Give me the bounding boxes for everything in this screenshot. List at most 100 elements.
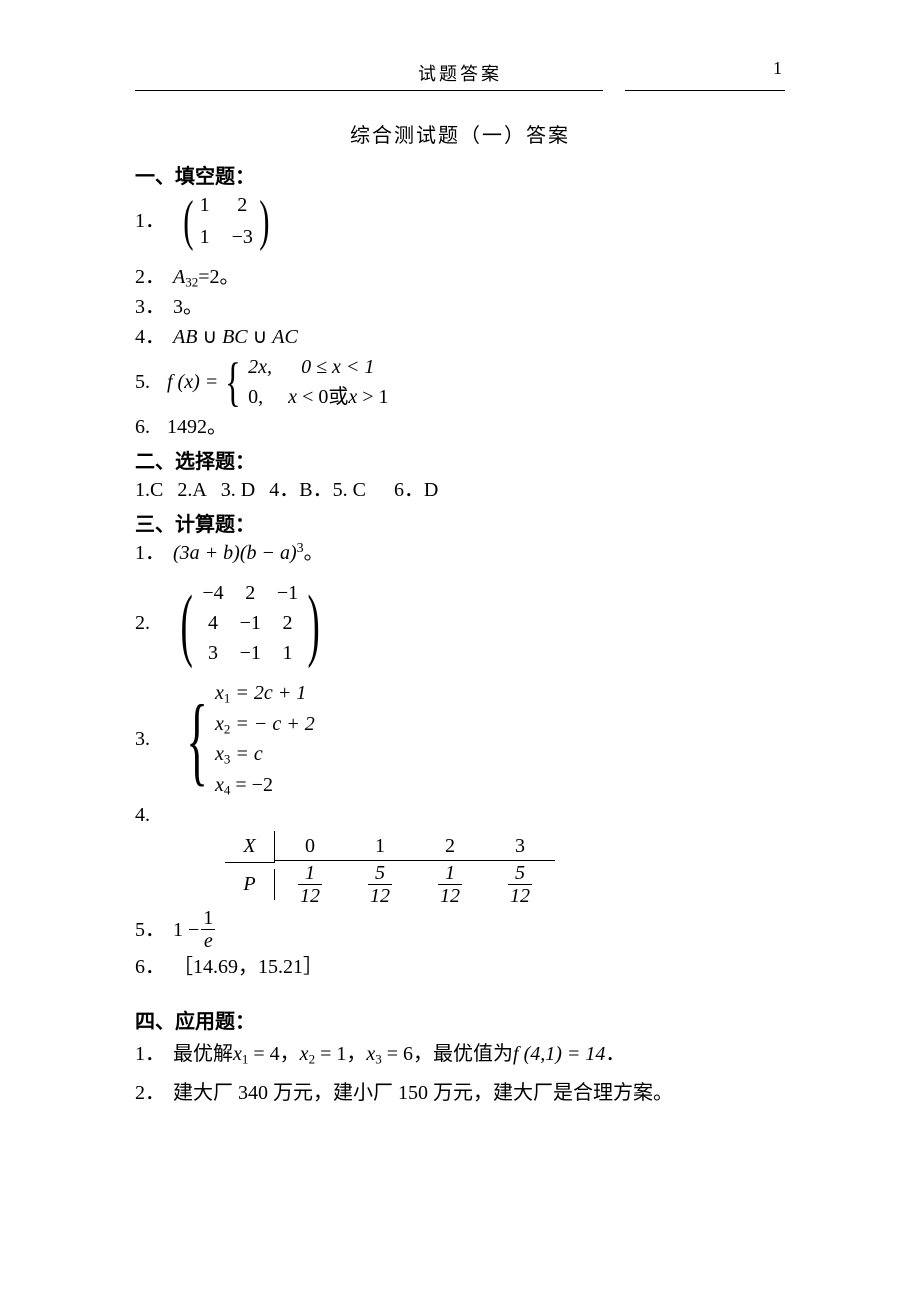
cell: 3 xyxy=(202,639,223,667)
cond: 0 ≤ x < 1 xyxy=(301,356,374,378)
eq-row: x2 = − c + 2 xyxy=(215,710,315,738)
tail: 。 xyxy=(207,413,227,441)
cell: 2 xyxy=(277,609,298,637)
lead: 1 − xyxy=(173,916,199,944)
choice-answers: 1.C 2.A 3. D 4．B． 5. C 6．D xyxy=(135,476,785,504)
mc-item: 4．B． xyxy=(269,476,332,504)
var-assign: x1 = 4 xyxy=(233,1040,280,1068)
denominator: e xyxy=(202,931,215,951)
paren-left-icon: ( xyxy=(181,587,193,661)
var-assign: x2 = 1 xyxy=(300,1040,347,1068)
piece: 2x, xyxy=(248,356,272,378)
matrix-2x2: ( 1 1 2 −3 ) xyxy=(179,191,274,251)
text: 最优值为 xyxy=(433,1040,513,1068)
probability-table: X 0 1 2 3 P 112 512 112 512 xyxy=(225,831,785,906)
q-number: 6． xyxy=(135,953,165,981)
matrix-3x3: ( −4 4 3 2 −1 −1 −1 2 1 ) xyxy=(173,579,327,667)
cond: x < 0或x > 1 xyxy=(288,386,388,408)
fill-q2: 2． A32 = 2 。 xyxy=(135,263,785,291)
mc-item: 5. C xyxy=(333,476,366,504)
matrix-cells: −4 4 3 2 −1 −1 −1 2 1 xyxy=(202,579,298,667)
cell: −4 xyxy=(202,579,223,607)
fill-q3: 3． 3 。 xyxy=(135,293,785,321)
cell: 1 xyxy=(277,639,298,667)
value: 3 xyxy=(173,293,183,321)
expr: (3a + b)(b − a)3 xyxy=(173,539,304,567)
q-number: 3. xyxy=(135,725,159,753)
cell: 1 xyxy=(200,191,210,219)
running-header: 试题答案 xyxy=(135,60,785,86)
fill-q5: 5. f (x) = { 2x, 0 ≤ x < 1 0, x < 0或x > … xyxy=(135,353,785,411)
cell: 4 xyxy=(202,609,223,637)
numerator: 1 xyxy=(201,908,215,928)
value: 1492 xyxy=(167,413,207,441)
comma: ， xyxy=(346,1040,366,1068)
part: ∪ xyxy=(248,326,273,348)
part: AB xyxy=(173,326,197,348)
part: AC xyxy=(272,326,298,348)
p-value: 512 xyxy=(345,863,415,906)
mc-item: 3. D xyxy=(221,476,255,504)
equals: = xyxy=(198,263,209,291)
calc-q5: 5． 1 − 1 e xyxy=(135,908,785,951)
q-number: 2． xyxy=(135,263,165,291)
cell: 1 xyxy=(200,223,210,251)
var-assign: x3 = 6 xyxy=(366,1040,413,1068)
comma: ， xyxy=(413,1040,433,1068)
eq-row: x4 = −2 xyxy=(215,771,315,799)
tail: 。 xyxy=(183,293,203,321)
paren-left-icon: ( xyxy=(183,196,193,246)
fraction: 1 e xyxy=(201,908,215,951)
document-title: 综合测试题（一）答案 xyxy=(135,119,785,148)
header-rule xyxy=(135,90,785,91)
piecewise-rows: 2x, 0 ≤ x < 1 0, x < 0或x > 1 xyxy=(248,353,388,411)
q-number: 1． xyxy=(135,207,165,235)
part: ∪ xyxy=(197,326,222,348)
comma: ， xyxy=(280,1040,300,1068)
p-value: 512 xyxy=(485,863,555,906)
section-calc-heading: 三、计算题： xyxy=(135,508,785,537)
table-head-var: X xyxy=(225,831,275,863)
x-value: 1 xyxy=(345,833,415,861)
cell: −1 xyxy=(240,639,261,667)
brace-left-icon: { xyxy=(225,361,241,404)
q-number: 6. xyxy=(135,413,159,441)
calc-q3: 3. { x1 = 2c + 1 x2 = − c + 2 x3 = c x4 … xyxy=(135,679,785,799)
calc-q1: 1． (3a + b)(b − a)3 。 xyxy=(135,539,785,567)
fill-q6: 6. 1492 。 xyxy=(135,413,785,441)
cell: −1 xyxy=(240,609,261,637)
paren-right-icon: ) xyxy=(259,196,269,246)
piecewise: { 2x, 0 ≤ x < 1 0, x < 0或x > 1 xyxy=(220,353,388,411)
text: 建大厂 340 万元，建小厂 150 万元，建大厂是合理方案。 xyxy=(173,1079,673,1107)
system: { x1 = 2c + 1 x2 = − c + 2 x3 = c x4 = −… xyxy=(173,679,315,799)
var: A xyxy=(173,266,185,288)
q-number: 1． xyxy=(135,539,165,567)
piecewise-row: 0, x < 0或x > 1 xyxy=(248,383,388,411)
tail: ． xyxy=(605,1040,625,1068)
page-number: 1 xyxy=(773,58,782,79)
page: 试题答案 1 综合测试题（一）答案 一、填空题： 1． ( 1 1 2 −3 )… xyxy=(0,0,920,1302)
calc-q2: 2. ( −4 4 3 2 −1 −1 −1 2 1 ) xyxy=(135,579,785,667)
mc-item: 2.A xyxy=(177,476,206,504)
q-number: 1． xyxy=(135,1040,165,1068)
calc-q4: 4. xyxy=(135,801,785,829)
cell: −3 xyxy=(232,223,253,251)
q-number: 3． xyxy=(135,293,165,321)
q-number: 5． xyxy=(135,916,165,944)
mc-item: 1.C xyxy=(135,476,163,504)
piece: 0, xyxy=(248,386,263,408)
header-label: 试题答案 xyxy=(418,64,502,84)
tail: 。 xyxy=(220,263,240,291)
text: 最优解 xyxy=(173,1040,233,1068)
q-number: 2． xyxy=(135,1079,165,1107)
x-value: 3 xyxy=(485,833,555,861)
cell: −1 xyxy=(277,579,298,607)
calc-q6: 6． ［14.69，15.21］ xyxy=(135,953,785,981)
expr: A32 xyxy=(173,263,198,291)
fill-q1: 1． ( 1 1 2 −3 ) xyxy=(135,191,785,251)
section-fill-heading: 一、填空题： xyxy=(135,160,785,189)
q-number: 4． xyxy=(135,323,165,351)
mc-item: 6．D xyxy=(394,476,438,504)
lhs: f (x) = xyxy=(167,368,218,396)
cell: 2 xyxy=(232,191,253,219)
